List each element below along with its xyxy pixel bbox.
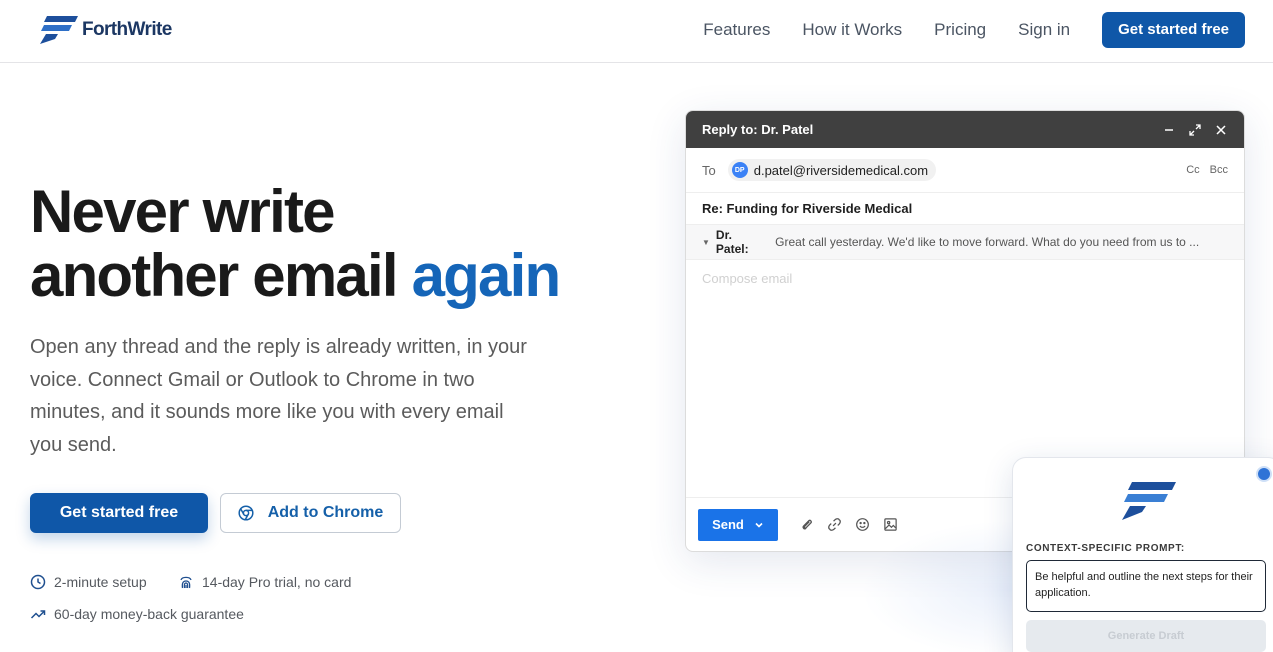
nav-link-pricing[interactable]: Pricing [934, 12, 986, 48]
minimize-icon[interactable] [1162, 123, 1176, 137]
nav-link-how-it-works[interactable]: How it Works [802, 12, 902, 48]
send-button[interactable]: Send [698, 508, 778, 541]
add-to-chrome-button[interactable]: Add to Chrome [220, 493, 401, 533]
perk-guarantee-text: 60-day money-back guarantee [54, 606, 244, 622]
top-nav: ForthWrite Features How it Works Pricing… [0, 0, 1273, 63]
brand-name: ForthWrite [82, 19, 172, 40]
window-controls [1162, 123, 1228, 137]
prompt-label: CONTEXT-SPECIFIC PROMPT: [1026, 543, 1185, 554]
subject-text: Re: Funding for Riverside Medical [702, 201, 913, 216]
hero-title-line1: Never write [30, 178, 336, 245]
generate-draft-button[interactable]: Generate Draft [1026, 620, 1266, 652]
get-started-label: Get started free [59, 504, 179, 521]
nav-link-sign-in[interactable]: Sign in [1018, 12, 1070, 48]
recipient-email: d.patel@riversidemedical.com [753, 162, 929, 178]
add-to-chrome-label: Add to Chrome [267, 504, 384, 521]
to-row: To DP d.patel@riversidemedical.com Cc Bc… [686, 148, 1244, 193]
prompt-input[interactable]: Be helpful and outline the next steps fo… [1026, 560, 1266, 612]
get-started-button[interactable]: Get started free [30, 493, 208, 533]
hero-subtitle: Open any thread and the reply is already… [30, 336, 527, 456]
perk-trial-text: 14-day Pro trial, no card [202, 574, 352, 590]
trending-up-icon [30, 610, 46, 619]
quoted-message: Great call yesterday. We'd like to move … [775, 235, 1200, 249]
bcc-link[interactable]: Bcc [1210, 164, 1228, 176]
recipient-chip[interactable]: DP d.patel@riversidemedical.com [727, 159, 937, 181]
avatar: DP [731, 162, 748, 178]
perk-setup-text: 2-minute setup [54, 574, 147, 590]
subject-row[interactable]: Re: Funding for Riverside Medical [686, 193, 1244, 225]
nav-link-features[interactable]: Features [703, 12, 770, 48]
forthwrite-logo-icon [40, 16, 78, 44]
perk-guarantee: 60-day money-back guarantee [30, 606, 244, 622]
nav-links: Features How it Works Pricing Sign in Ge… [703, 12, 1245, 48]
cc-bcc-links: Cc Bcc [1186, 164, 1228, 176]
compose-body-placeholder[interactable]: Compose email [702, 271, 792, 286]
to-label: To [702, 162, 716, 178]
panel-close-icon[interactable] [1256, 466, 1272, 482]
clock-icon [30, 574, 46, 590]
perk-setup: 2-minute setup [30, 574, 147, 590]
cc-link[interactable]: Cc [1186, 164, 1199, 176]
quoted-thread[interactable]: ▼ Dr. Patel: Great call yesterday. We'd … [686, 225, 1244, 260]
generate-draft-label: Generate Draft [1107, 630, 1185, 642]
quoted-sender: Dr. Patel: [715, 228, 749, 256]
link-icon[interactable] [824, 515, 844, 535]
nav-get-started-button[interactable]: Get started free [1102, 12, 1245, 48]
expand-icon[interactable] [1188, 123, 1202, 137]
close-icon[interactable] [1214, 123, 1228, 137]
chevron-down-icon [755, 522, 763, 528]
fingerprint-icon [180, 576, 192, 589]
hero-title-accent: again [411, 242, 562, 309]
caret-down-icon[interactable]: ▼ [702, 238, 710, 247]
forthwrite-logo-icon [1122, 482, 1176, 520]
compose-title: Reply to: Dr. Patel [702, 122, 814, 137]
compose-header: Reply to: Dr. Patel [686, 111, 1244, 148]
brand-logo[interactable]: ForthWrite [38, 14, 172, 46]
perk-trial: 14-day Pro trial, no card [178, 574, 351, 590]
attach-icon[interactable] [796, 515, 816, 535]
send-label: Send [712, 517, 744, 532]
hero-title: Never write another email again [30, 178, 562, 309]
extension-panel: CONTEXT-SPECIFIC PROMPT: Be helpful and … [1012, 457, 1273, 652]
hero-title-line2: another email [30, 242, 399, 309]
chrome-icon [238, 505, 254, 521]
